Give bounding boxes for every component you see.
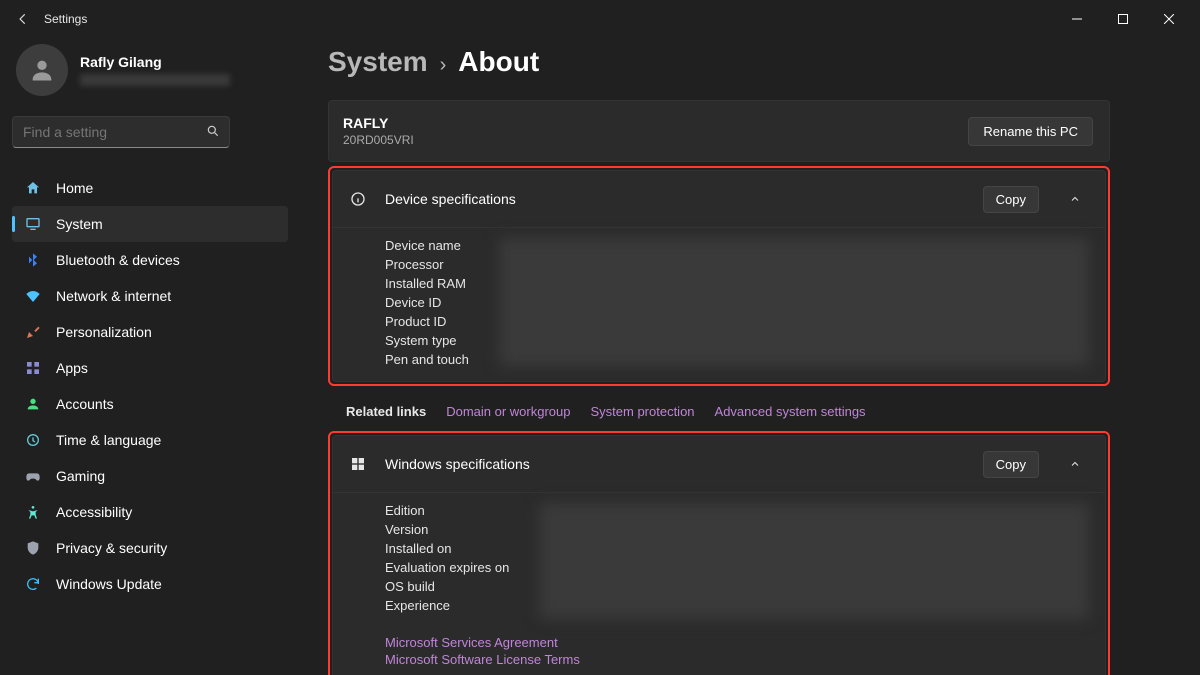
- pc-name: RAFLY: [343, 115, 414, 131]
- app-title: Settings: [44, 12, 87, 26]
- spec-label: Version: [385, 522, 509, 537]
- avatar: [16, 44, 68, 96]
- device-specs-group: Device specifications Copy Device name P…: [328, 166, 1110, 386]
- accounts-icon: [24, 395, 42, 413]
- close-button[interactable]: [1146, 3, 1192, 35]
- nav-label: Home: [56, 180, 93, 196]
- copy-windows-button[interactable]: Copy: [983, 451, 1039, 478]
- link-system-protection[interactable]: System protection: [590, 404, 694, 419]
- network-icon: [24, 287, 42, 305]
- personalization-icon: [24, 323, 42, 341]
- nav-label: Network & internet: [56, 288, 171, 304]
- link-ms-license-terms[interactable]: Microsoft Software License Terms: [385, 652, 1089, 667]
- nav-accounts[interactable]: Accounts: [12, 386, 288, 422]
- nav-label: Apps: [56, 360, 88, 376]
- link-domain-workgroup[interactable]: Domain or workgroup: [446, 404, 570, 419]
- nav-label: Windows Update: [56, 576, 162, 592]
- spec-label: Device ID: [385, 295, 469, 310]
- nav-label: Gaming: [56, 468, 105, 484]
- spec-label: Edition: [385, 503, 509, 518]
- nav-bluetooth[interactable]: Bluetooth & devices: [12, 242, 288, 278]
- nav-label: Time & language: [56, 432, 161, 448]
- collapse-windows-button[interactable]: [1061, 450, 1089, 478]
- sidebar: Rafly Gilang Home System Bluetooth & dev…: [0, 38, 300, 675]
- search-input[interactable]: [12, 116, 230, 148]
- user-profile[interactable]: Rafly Gilang: [12, 42, 288, 98]
- nav-label: Accessibility: [56, 504, 132, 520]
- update-icon: [24, 575, 42, 593]
- privacy-icon: [24, 539, 42, 557]
- spec-label: Pen and touch: [385, 352, 469, 367]
- device-specs-title: Device specifications: [385, 191, 965, 207]
- bluetooth-icon: [24, 251, 42, 269]
- spec-label: Device name: [385, 238, 469, 253]
- windows-spec-labels: Edition Version Installed on Evaluation …: [385, 503, 509, 619]
- info-icon: [349, 191, 367, 207]
- link-advanced-system-settings[interactable]: Advanced system settings: [715, 404, 866, 419]
- spec-label: System type: [385, 333, 469, 348]
- back-button[interactable]: [8, 4, 38, 34]
- nav-label: Accounts: [56, 396, 114, 412]
- nav-time-language[interactable]: Time & language: [12, 422, 288, 458]
- window-controls: [1054, 3, 1192, 35]
- search-box: [12, 116, 288, 148]
- related-links-label: Related links: [346, 404, 426, 419]
- nav-privacy[interactable]: Privacy & security: [12, 530, 288, 566]
- rename-pc-button[interactable]: Rename this PC: [968, 117, 1093, 146]
- link-ms-services-agreement[interactable]: Microsoft Services Agreement: [385, 635, 1089, 650]
- windows-spec-values-redacted: [539, 503, 1089, 619]
- nav-system[interactable]: System: [12, 206, 288, 242]
- nav-personalization[interactable]: Personalization: [12, 314, 288, 350]
- nav-label: Privacy & security: [56, 540, 167, 556]
- spec-label: Installed on: [385, 541, 509, 556]
- chevron-right-icon: ›: [440, 54, 447, 77]
- nav-network[interactable]: Network & internet: [12, 278, 288, 314]
- nav: Home System Bluetooth & devices Network …: [12, 170, 288, 602]
- windows-specs-group: Windows specifications Copy Edition Vers…: [328, 431, 1110, 675]
- system-icon: [24, 215, 42, 233]
- windows-specs-title: Windows specifications: [385, 456, 965, 472]
- minimize-button[interactable]: [1054, 3, 1100, 35]
- nav-windows-update[interactable]: Windows Update: [12, 566, 288, 602]
- nav-home[interactable]: Home: [12, 170, 288, 206]
- titlebar: Settings: [0, 0, 1200, 38]
- pc-model: 20RD005VRI: [343, 133, 414, 147]
- user-name: Rafly Gilang: [80, 54, 230, 70]
- copy-device-button[interactable]: Copy: [983, 186, 1039, 213]
- nav-label: Bluetooth & devices: [56, 252, 180, 268]
- breadcrumb: System › About: [328, 46, 1110, 78]
- apps-icon: [24, 359, 42, 377]
- pc-info-block: RAFLY 20RD005VRI Rename this PC: [328, 100, 1110, 162]
- spec-label: Experience: [385, 598, 509, 613]
- collapse-device-button[interactable]: [1061, 185, 1089, 213]
- nav-accessibility[interactable]: Accessibility: [12, 494, 288, 530]
- breadcrumb-current: About: [458, 46, 539, 78]
- spec-label: Processor: [385, 257, 469, 272]
- nav-label: Personalization: [56, 324, 152, 340]
- nav-apps[interactable]: Apps: [12, 350, 288, 386]
- spec-label: Product ID: [385, 314, 469, 329]
- device-spec-values-redacted: [499, 238, 1089, 366]
- spec-label: Evaluation expires on: [385, 560, 509, 575]
- breadcrumb-parent[interactable]: System: [328, 46, 428, 78]
- windows-icon: [349, 456, 367, 472]
- related-links-row: Related links Domain or workgroup System…: [328, 392, 1110, 431]
- spec-label: Installed RAM: [385, 276, 469, 291]
- spec-label: OS build: [385, 579, 509, 594]
- device-spec-labels: Device name Processor Installed RAM Devi…: [385, 238, 469, 367]
- home-icon: [24, 179, 42, 197]
- accessibility-icon: [24, 503, 42, 521]
- gaming-icon: [24, 467, 42, 485]
- user-email-redacted: [80, 74, 230, 86]
- nav-label: System: [56, 216, 103, 232]
- time-icon: [24, 431, 42, 449]
- nav-gaming[interactable]: Gaming: [12, 458, 288, 494]
- content: System › About RAFLY 20RD005VRI Rename t…: [300, 38, 1200, 675]
- maximize-button[interactable]: [1100, 3, 1146, 35]
